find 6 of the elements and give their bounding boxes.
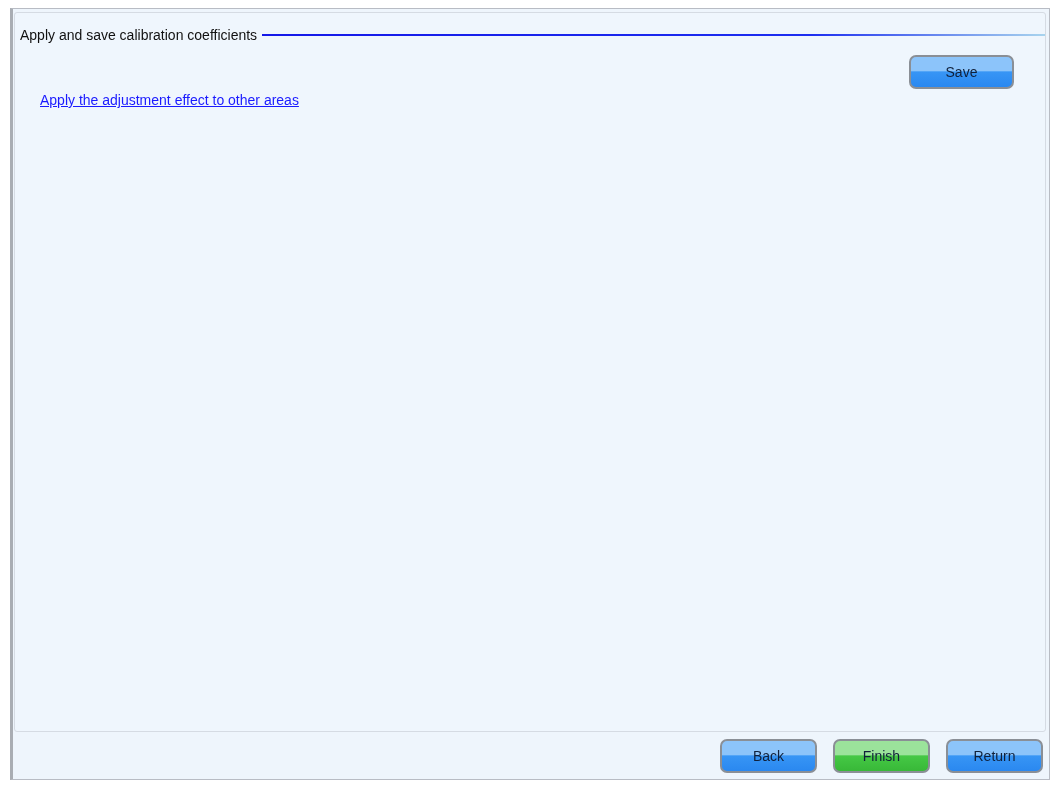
return-button[interactable]: Return (946, 739, 1043, 773)
section-title: Apply and save calibration coefficients (20, 27, 258, 43)
back-button[interactable]: Back (720, 739, 817, 773)
save-button[interactable]: Save (909, 55, 1014, 89)
apply-areas-link[interactable]: Apply the adjustment effect to other areas (40, 92, 299, 108)
finish-button[interactable]: Finish (833, 739, 930, 773)
